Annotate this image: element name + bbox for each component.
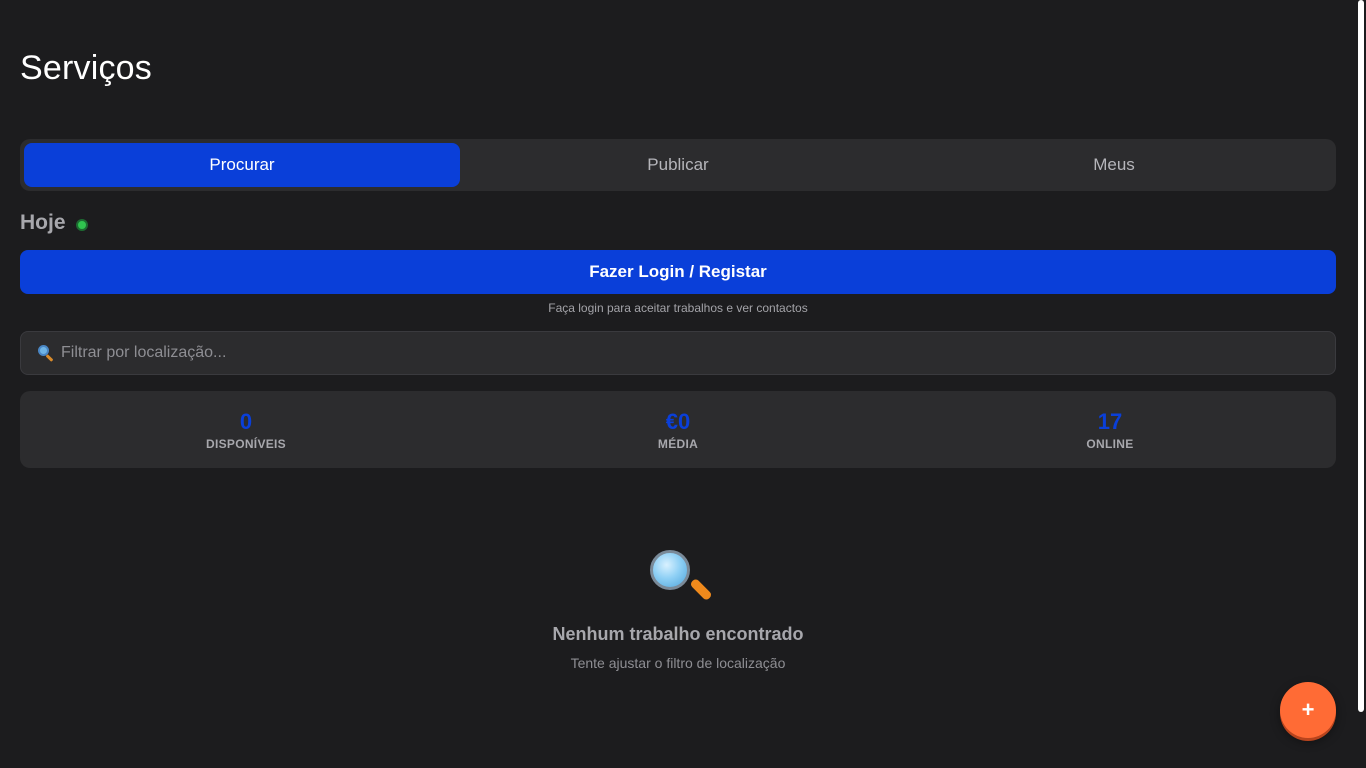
stat-available-value: 0: [239, 408, 253, 434]
live-status-dot-icon: [75, 219, 88, 231]
scrollbar[interactable]: [1358, 0, 1364, 712]
login-register-button[interactable]: Fazer Login / Registar: [20, 250, 1336, 294]
section-title: Hoje: [20, 211, 66, 234]
add-job-fab-button[interactable]: +: [1280, 682, 1336, 738]
stat-available: 0 DISPONÍVEIS: [30, 391, 462, 468]
stat-average: €0 MÉDIA: [462, 391, 894, 468]
magnifying-glass-icon: [648, 546, 713, 606]
empty-state-subtitle: Tente ajustar o filtro de localização: [570, 655, 786, 671]
tab-bar: Procurar Publicar Meus: [20, 139, 1336, 191]
stat-available-label: DISPONÍVEIS: [206, 436, 286, 451]
services-page: Serviços Procurar Publicar Meus Hoje Faz…: [0, 0, 1356, 768]
login-hint: Faça login para aceitar trabalhos e ver …: [548, 301, 808, 315]
empty-state: Nenhum trabalho encontrado Tente ajustar…: [20, 546, 1336, 671]
section-header: Hoje: [20, 211, 88, 235]
stat-average-value: €0: [665, 408, 691, 434]
tab-publicar[interactable]: Publicar: [460, 143, 896, 187]
location-filter[interactable]: [20, 331, 1336, 375]
page-title: Serviços: [20, 49, 152, 87]
stat-online: 17 ONLINE: [894, 391, 1326, 468]
location-filter-input[interactable]: [61, 344, 1319, 362]
stats-panel: 0 DISPONÍVEIS €0 MÉDIA 17 ONLINE: [20, 391, 1336, 468]
stat-online-value: 17: [1097, 408, 1123, 434]
tab-procurar[interactable]: Procurar: [24, 143, 460, 187]
empty-state-title: Nenhum trabalho encontrado: [552, 624, 804, 644]
stat-online-label: ONLINE: [1086, 436, 1134, 451]
stat-average-label: MÉDIA: [657, 436, 699, 451]
search-icon: [37, 344, 55, 362]
tab-meus[interactable]: Meus: [896, 143, 1332, 187]
